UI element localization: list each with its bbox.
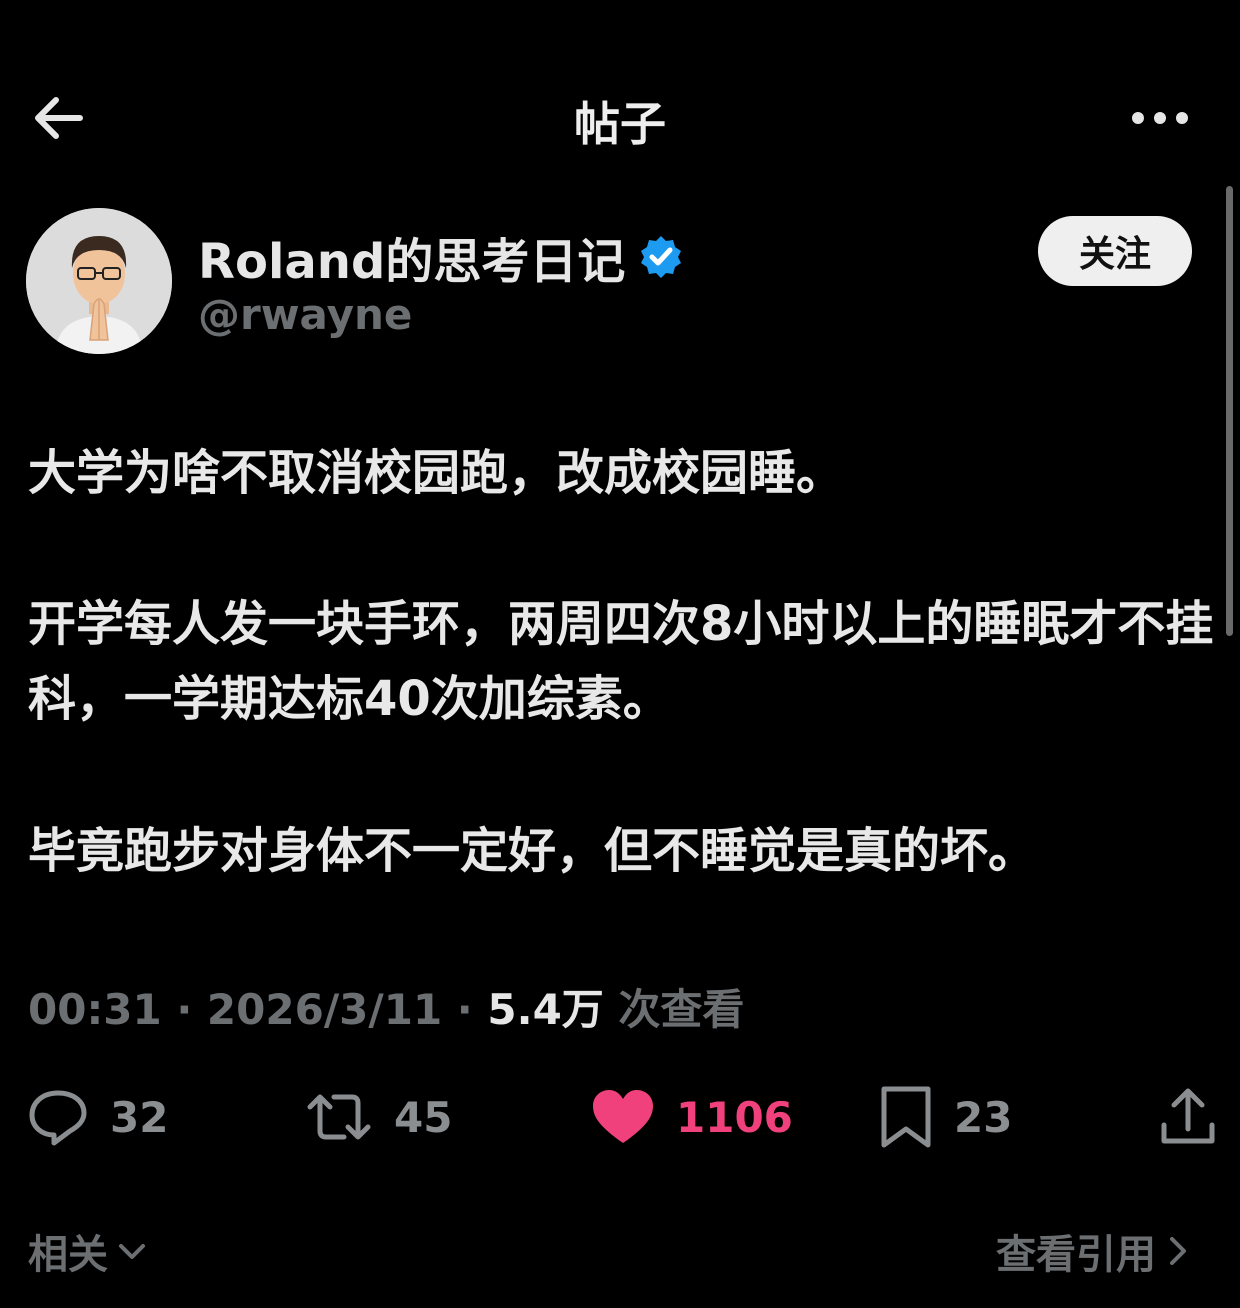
share-button[interactable]: [1158, 1084, 1218, 1150]
author-name-row[interactable]: Roland的思考日记: [198, 222, 685, 292]
chevron-right-icon: [1170, 1237, 1186, 1265]
post-paragraph: 大学为啥不取消校园跑，改成校园睡。: [28, 445, 845, 501]
related-toggle[interactable]: 相关: [28, 1222, 148, 1280]
post-paragraph: 毕竟跑步对身体不一定好，但不睡觉是真的坏。: [28, 823, 1037, 879]
retweet-icon: [307, 1094, 371, 1140]
retweet-button[interactable]: 45: [304, 1084, 452, 1150]
author-name[interactable]: Roland的思考日记: [198, 222, 625, 292]
post-time: 00:31: [28, 985, 162, 1034]
post-meta: 00:31 · 2026/3/11 · 5.4万 次查看: [28, 976, 744, 1037]
retweet-count: 45: [394, 1092, 453, 1142]
related-label: 相关: [28, 1232, 108, 1278]
verified-badge-icon: [641, 236, 682, 278]
view-quotes-link[interactable]: 查看引用: [996, 1222, 1190, 1280]
view-quotes-label: 查看引用: [996, 1232, 1156, 1278]
avatar[interactable]: [26, 208, 172, 354]
like-button[interactable]: 1106: [590, 1084, 793, 1150]
more-button[interactable]: [1128, 100, 1192, 136]
avatar-memoji-icon: [26, 208, 172, 354]
more-horizontal-icon: [1132, 112, 1188, 124]
reply-icon: [29, 1090, 87, 1146]
heart-icon: [593, 1090, 653, 1143]
reply-count: 32: [110, 1092, 169, 1142]
share-icon: [1161, 1088, 1215, 1144]
meta-separator: ·: [456, 985, 473, 1034]
like-count: 1106: [676, 1092, 793, 1142]
scrollbar[interactable]: [1226, 186, 1233, 636]
reply-button[interactable]: 32: [26, 1084, 168, 1150]
bookmark-count: 23: [954, 1092, 1013, 1142]
author-handle[interactable]: @rwayne: [198, 290, 412, 339]
follow-button[interactable]: 关注: [1038, 216, 1192, 286]
post-date: 2026/3/11: [206, 985, 443, 1034]
view-count[interactable]: 5.4万: [487, 985, 603, 1034]
chevron-down-icon: [119, 1244, 145, 1259]
meta-separator: ·: [176, 985, 193, 1034]
bookmark-icon: [881, 1086, 931, 1148]
bookmark-button[interactable]: 23: [878, 1084, 1012, 1150]
view-label: 次查看: [618, 985, 745, 1034]
page-title: 帖子: [574, 97, 666, 151]
post-paragraph: 开学每人发一块手环，两周四次8小时以上的睡眠才不挂科，一学期达标40次加综素。: [28, 596, 1214, 727]
